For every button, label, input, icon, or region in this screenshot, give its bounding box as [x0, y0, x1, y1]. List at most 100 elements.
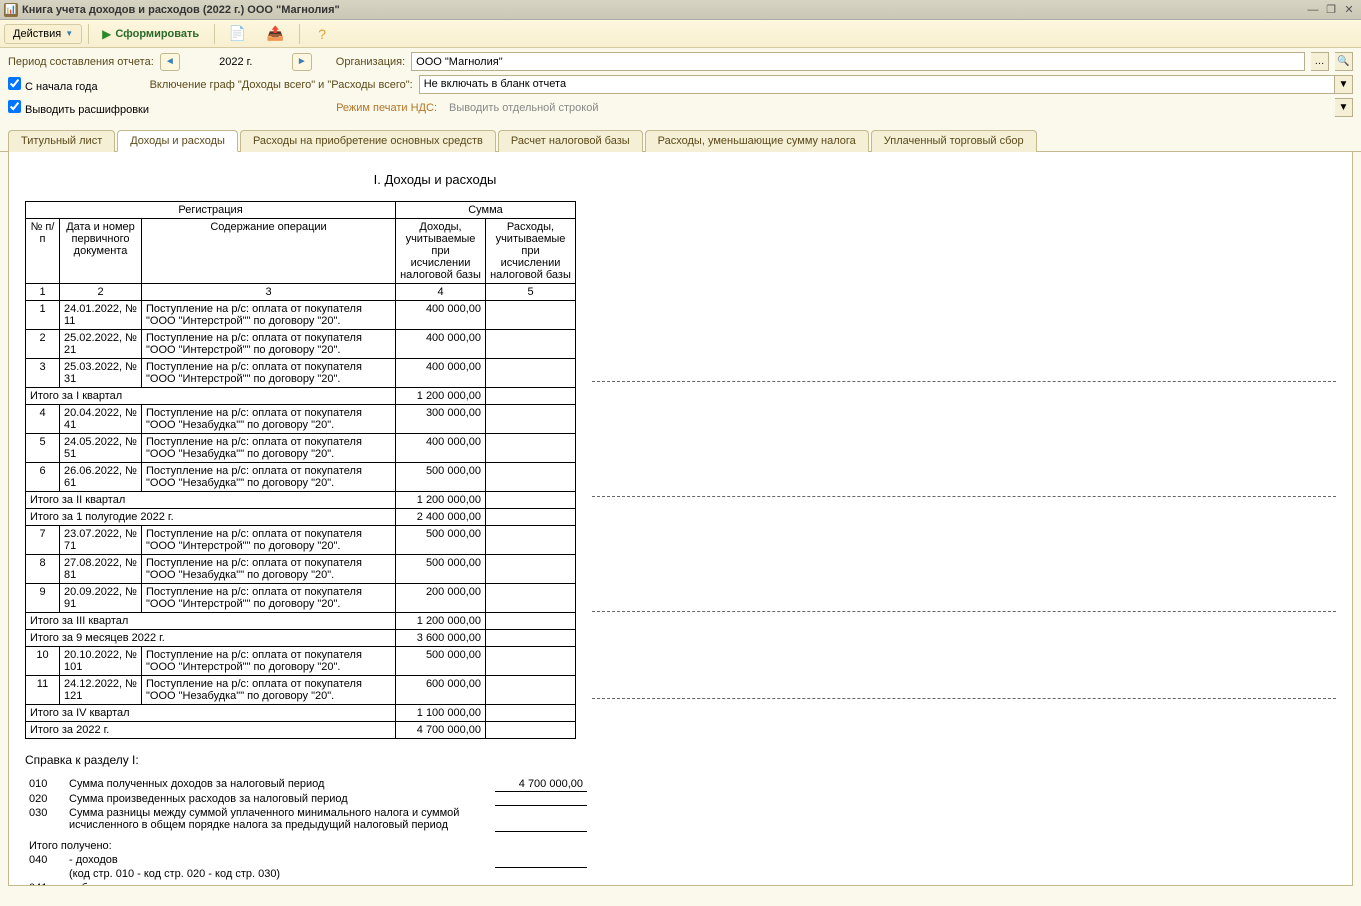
- ref-code: 020: [25, 792, 65, 806]
- cell-income: 300 000,00: [396, 405, 486, 434]
- table-row[interactable]: 8 27.08.2022, № 81 Поступление на р/с: о…: [26, 555, 576, 584]
- total-income: 1 200 000,00: [396, 388, 486, 405]
- tab-reducing-expenses[interactable]: Расходы, уменьшающие сумму налога: [645, 130, 869, 152]
- ref-val[interactable]: [495, 806, 587, 832]
- cell-op: Поступление на р/с: оплата от покупателя…: [142, 301, 396, 330]
- total-income: 3 600 000,00: [396, 630, 486, 647]
- period-next-button[interactable]: ►: [292, 53, 312, 71]
- from-start-label: С начала года: [25, 81, 98, 93]
- cell-n: 5: [26, 434, 60, 463]
- minimize-button[interactable]: —: [1305, 3, 1321, 17]
- cell-doc: 24.05.2022, № 51: [60, 434, 142, 463]
- cell-op: Поступление на р/с: оплата от покупателя…: [142, 555, 396, 584]
- include-dropdown-button[interactable]: ▼: [1335, 75, 1353, 94]
- header-doc: Дата и номер первичного документа: [60, 219, 142, 284]
- app-icon: 📊: [4, 3, 18, 17]
- total-row: Итого за IV квартал 1 100 000,00: [26, 705, 576, 722]
- table-row[interactable]: 2 25.02.2022, № 21 Поступление на р/с: о…: [26, 330, 576, 359]
- total-expense: [486, 509, 576, 526]
- total-expense: [486, 722, 576, 739]
- org-field[interactable]: ООО "Магнолия": [411, 52, 1305, 71]
- from-start-checkbox[interactable]: С начала года: [8, 77, 98, 93]
- ref-val[interactable]: [495, 881, 587, 886]
- toolbar-icon-2[interactable]: 📤: [257, 21, 293, 47]
- include-select[interactable]: Не включать в бланк отчета: [419, 75, 1335, 94]
- table-row[interactable]: 9 20.09.2022, № 91 Поступление на р/с: о…: [26, 584, 576, 613]
- table-row[interactable]: 1 24.01.2022, № 11 Поступление на р/с: о…: [26, 301, 576, 330]
- cell-expense: [486, 555, 576, 584]
- org-label: Организация:: [336, 56, 405, 68]
- export-icon: 📤: [266, 25, 284, 43]
- org-search-button[interactable]: 🔍: [1335, 52, 1353, 71]
- cell-expense: [486, 330, 576, 359]
- total-row: Итого за 2022 г. 4 700 000,00: [26, 722, 576, 739]
- table-row[interactable]: 5 24.05.2022, № 51 Поступление на р/с: о…: [26, 434, 576, 463]
- cell-income: 500 000,00: [396, 526, 486, 555]
- dropdown-icon: ▼: [65, 29, 73, 38]
- cell-n: 11: [26, 676, 60, 705]
- tab-income-expense[interactable]: Доходы и расходы: [117, 130, 238, 152]
- toolbar-icon-1[interactable]: 📄: [219, 21, 255, 47]
- table-row[interactable]: 6 26.06.2022, № 61 Поступление на р/с: о…: [26, 463, 576, 492]
- reference-title: Справка к разделу I:: [25, 753, 1336, 767]
- form-button[interactable]: ▶ Сформировать: [93, 23, 208, 45]
- tabs: Титульный лист Доходы и расходы Расходы …: [0, 125, 1361, 152]
- from-start-cb[interactable]: [8, 77, 21, 90]
- colnum-2: 2: [60, 284, 142, 301]
- vat-dropdown-button[interactable]: ▼: [1335, 98, 1353, 117]
- cell-n: 8: [26, 555, 60, 584]
- total-row: Итого за 9 месяцев 2022 г. 3 600 000,00: [26, 630, 576, 647]
- total-row: Итого за 1 полугодие 2022 г. 2 400 000,0…: [26, 509, 576, 526]
- cell-n: 7: [26, 526, 60, 555]
- cell-op: Поступление на р/с: оплата от покупателя…: [142, 526, 396, 555]
- separator: [214, 24, 215, 44]
- actions-menu[interactable]: Действия ▼: [4, 24, 82, 44]
- total-expense: [486, 492, 576, 509]
- header-op: Содержание операции: [142, 219, 396, 284]
- page-icon: 📄: [228, 25, 246, 43]
- help-button[interactable]: ?: [304, 21, 340, 47]
- table-row[interactable]: 11 24.12.2022, № 121 Поступление на р/с:…: [26, 676, 576, 705]
- total-label: Итого за III квартал: [26, 613, 396, 630]
- cell-n: 9: [26, 584, 60, 613]
- org-select-button[interactable]: …: [1311, 52, 1329, 71]
- cell-n: 2: [26, 330, 60, 359]
- decode-cb[interactable]: [8, 100, 21, 113]
- parameters-panel: Период составления отчета: ◄ 2022 г. ► О…: [0, 48, 1361, 125]
- ref-code: 010: [25, 777, 65, 792]
- cell-expense: [486, 301, 576, 330]
- ref-val[interactable]: [495, 853, 587, 867]
- window-title: Книга учета доходов и расходов (2022 г.)…: [22, 4, 1303, 16]
- table-row[interactable]: 4 20.04.2022, № 41 Поступление на р/с: о…: [26, 405, 576, 434]
- cell-n: 3: [26, 359, 60, 388]
- total-income: 1 200 000,00: [396, 492, 486, 509]
- ref-total-label: Итого получено:: [25, 832, 587, 854]
- close-button[interactable]: ✕: [1341, 3, 1357, 17]
- ref-val[interactable]: 4 700 000,00: [495, 777, 587, 792]
- tab-fixed-assets[interactable]: Расходы на приобретение основных средств: [240, 130, 496, 152]
- tab-trade-fee[interactable]: Уплаченный торговый сбор: [871, 130, 1037, 152]
- header-registration: Регистрация: [26, 202, 396, 219]
- ref-val[interactable]: [495, 792, 587, 806]
- reference-table: 010Сумма полученных доходов за налоговый…: [25, 777, 587, 886]
- table-row[interactable]: 3 25.03.2022, № 31 Поступление на р/с: о…: [26, 359, 576, 388]
- total-expense: [486, 705, 576, 722]
- actions-label: Действия: [13, 28, 61, 40]
- titlebar: 📊 Книга учета доходов и расходов (2022 г…: [0, 0, 1361, 20]
- tab-tax-base[interactable]: Расчет налоговой базы: [498, 130, 643, 152]
- decode-checkbox[interactable]: Выводить расшифровки: [8, 100, 149, 116]
- table-row[interactable]: 7 23.07.2022, № 71 Поступление на р/с: о…: [26, 526, 576, 555]
- table-row[interactable]: 10 20.10.2022, № 101 Поступление на р/с:…: [26, 647, 576, 676]
- total-income: 1 100 000,00: [396, 705, 486, 722]
- cell-expense: [486, 434, 576, 463]
- period-prev-button[interactable]: ◄: [160, 53, 180, 71]
- org-value: ООО "Магнолия": [416, 56, 502, 68]
- cell-op: Поступление на р/с: оплата от покупателя…: [142, 330, 396, 359]
- maximize-button[interactable]: ❐: [1323, 3, 1339, 17]
- cell-income: 400 000,00: [396, 330, 486, 359]
- cell-op: Поступление на р/с: оплата от покупателя…: [142, 647, 396, 676]
- tab-title-page[interactable]: Титульный лист: [8, 130, 115, 152]
- period-value: 2022 г.: [186, 56, 286, 68]
- total-income: 1 200 000,00: [396, 613, 486, 630]
- total-expense: [486, 388, 576, 405]
